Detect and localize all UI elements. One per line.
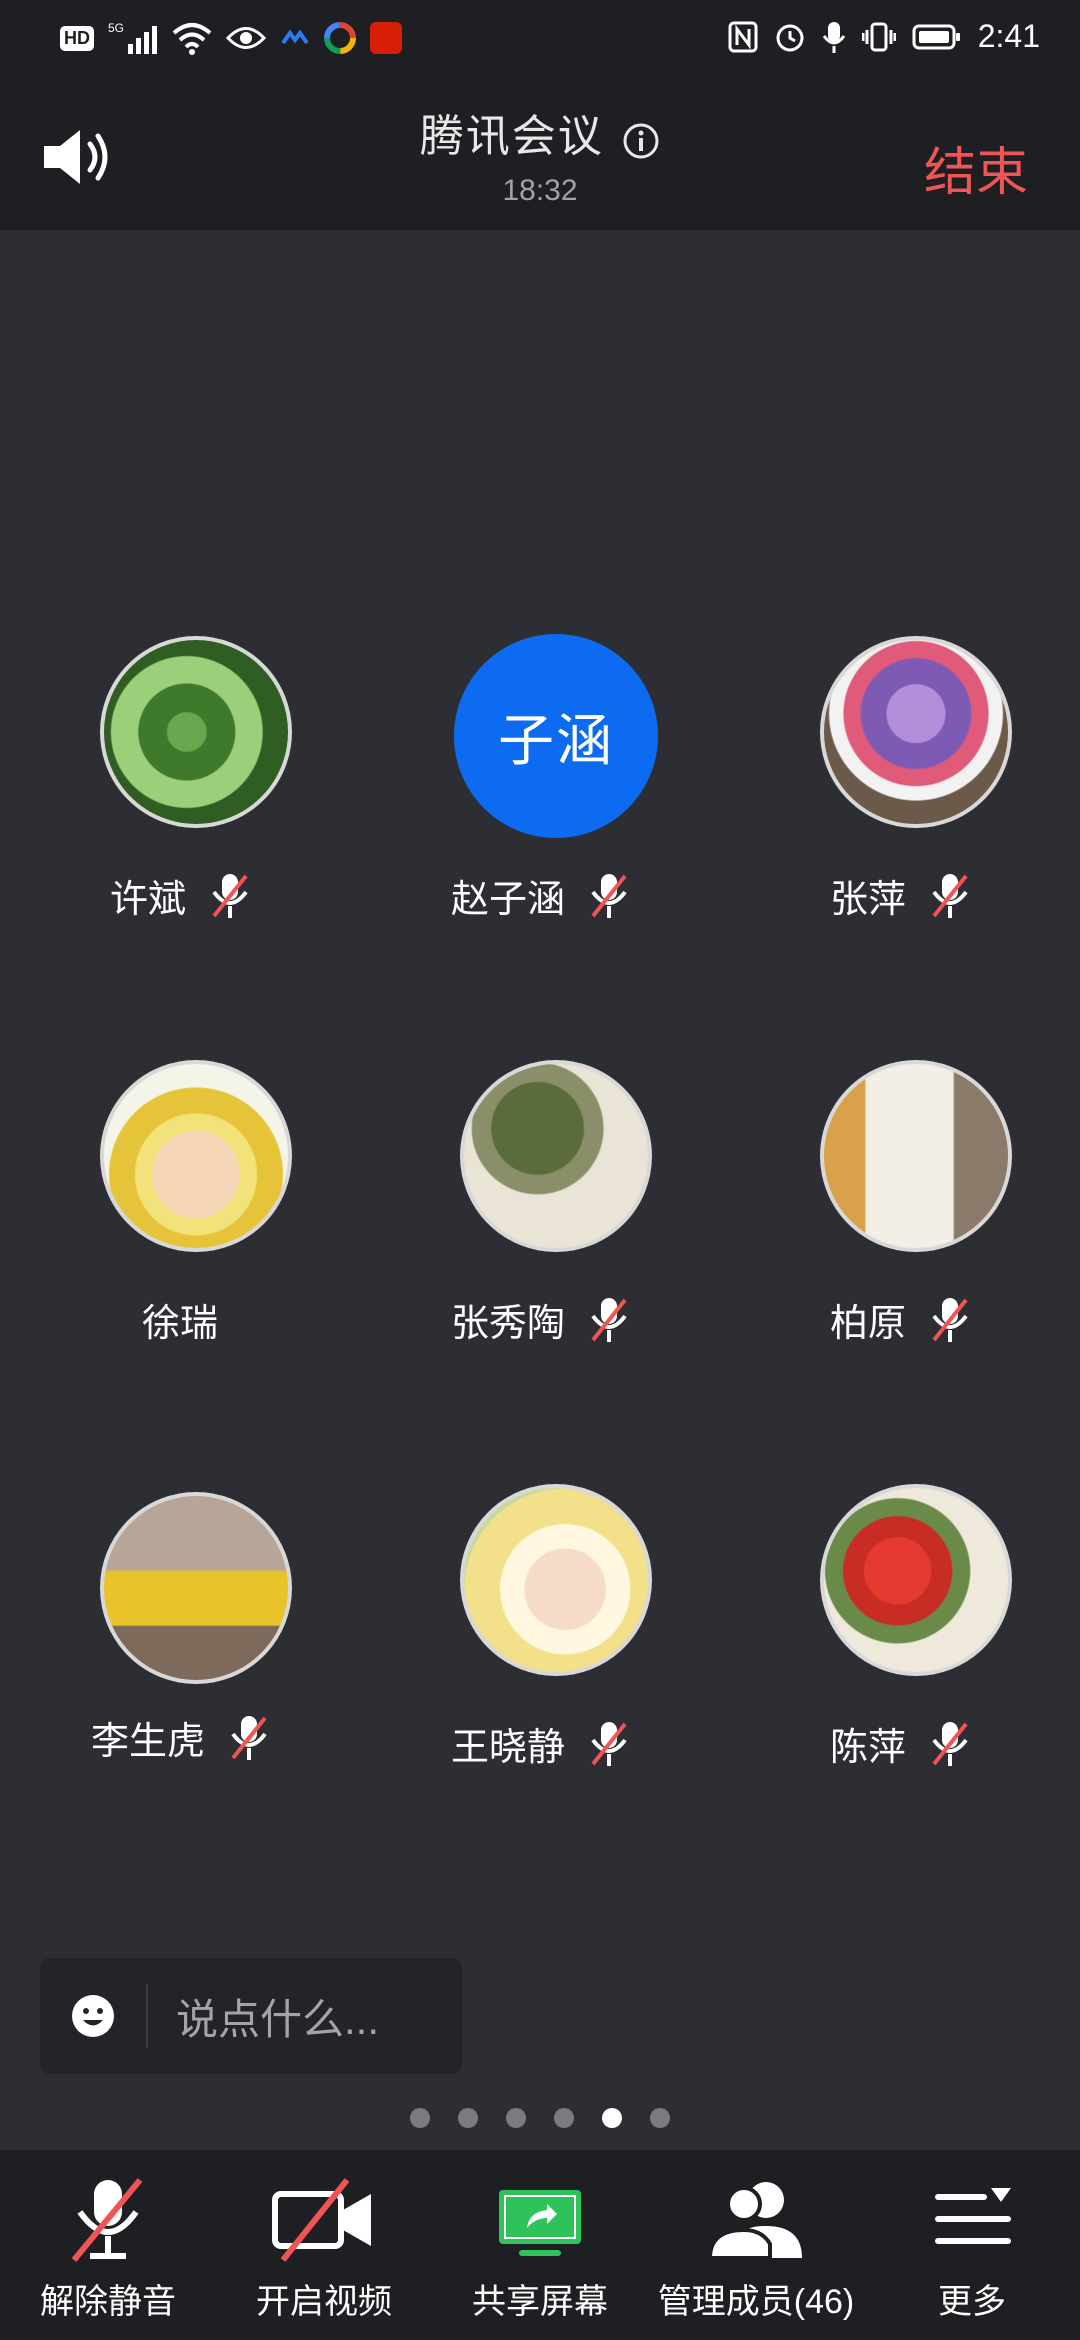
end-meeting-button[interactable]: 结束 (924, 130, 1028, 205)
mic-muted-icon (212, 873, 248, 918)
participant-tile[interactable]: 王晓静 (360, 1468, 720, 1798)
avatar (820, 1484, 1012, 1676)
avatar-initials: 子涵 (454, 634, 658, 838)
avatar (100, 1060, 292, 1252)
more-button[interactable]: 更多 (864, 2150, 1080, 2340)
participant-tile[interactable]: 柏原 (720, 1044, 1080, 1374)
alarm-icon (776, 24, 804, 51)
participant-tile[interactable]: 许斌 (0, 620, 360, 950)
app-icon-blue (281, 29, 309, 45)
participant-name: 陈萍 (829, 1727, 906, 1769)
participant-name: 王晓静 (450, 1727, 565, 1769)
mic-muted-icon (932, 873, 968, 918)
page-indicator (0, 2108, 1080, 2128)
more-label: 更多 (938, 2283, 1006, 2321)
participant-tile[interactable]: 李生虎 (0, 1476, 360, 1806)
unmute-label: 解除静音 (40, 2283, 176, 2321)
page-dot-active[interactable] (602, 2108, 622, 2128)
nfc-icon (728, 21, 758, 52)
participant-name: 赵子涵 (450, 879, 565, 921)
participant-tile[interactable]: 子涵 赵子涵 (360, 620, 720, 950)
share-screen-label: 共享屏幕 (472, 2283, 608, 2321)
mic-muted-icon (932, 1297, 968, 1342)
app-icon-red (370, 22, 402, 54)
participant-tile[interactable]: 张秀陶 (360, 1044, 720, 1374)
page-dot[interactable] (554, 2108, 574, 2128)
manage-members-button[interactable]: 管理成员(46) (648, 2150, 864, 2340)
meeting-title: 腾讯会议 (419, 112, 604, 161)
participant-name: 张萍 (829, 879, 906, 921)
page-dot[interactable] (410, 2108, 430, 2128)
participant-name: 徐瑞 (141, 1303, 218, 1345)
divider (146, 1984, 148, 2048)
app-icon-colorful (324, 22, 356, 54)
chat-input[interactable]: 说点什么... (176, 1986, 379, 2047)
meeting-header: 腾讯会议 18:32 结束 (0, 80, 1080, 230)
unmute-button[interactable]: 解除静音 (0, 2150, 216, 2340)
clock: 2:41 (977, 18, 1040, 54)
mic-status-icon (822, 21, 845, 53)
more-menu-icon (935, 2188, 1011, 2244)
wifi-icon (172, 23, 212, 55)
share-screen-button[interactable]: 共享屏幕 (432, 2150, 648, 2340)
hd-badge: HD (60, 25, 94, 51)
mic-muted-icon (71, 2178, 143, 2262)
participant-tile[interactable]: 张萍 (720, 620, 1080, 950)
info-icon[interactable] (622, 122, 660, 160)
chat-input-bar[interactable]: 说点什么... (40, 1958, 462, 2074)
participant-name: 张秀陶 (450, 1303, 565, 1345)
vibrate-icon (861, 22, 896, 51)
avatar (100, 1492, 292, 1684)
page-dot[interactable] (650, 2108, 670, 2128)
avatar (460, 1060, 652, 1252)
status-bar: HD 5G 2:41 (0, 0, 1080, 80)
participant-name: 柏原 (829, 1303, 906, 1345)
avatar (100, 636, 292, 828)
mic-muted-icon (591, 1721, 627, 1766)
emoji-icon[interactable] (70, 1993, 116, 2039)
start-video-label: 开启视频 (256, 2283, 392, 2321)
members-icon (707, 2182, 802, 2260)
participant-name: 李生虎 (90, 1721, 205, 1763)
start-video-button[interactable]: 开启视频 (216, 2150, 432, 2340)
mic-muted-icon (591, 1297, 627, 1342)
eye-icon (226, 27, 266, 49)
video-off-icon (272, 2178, 371, 2262)
participant-name: 许斌 (109, 879, 186, 921)
mic-muted-icon (231, 1715, 267, 1760)
signal-icon: 5G (108, 21, 157, 54)
avatar (460, 1484, 652, 1676)
share-screen-icon (499, 2190, 581, 2256)
manage-members-label: 管理成员(46) (657, 2283, 855, 2321)
bottom-toolbar: 解除静音 开启视频 共享屏幕 管理成员(46) 更多 (0, 2150, 1080, 2340)
mic-muted-icon (591, 873, 627, 918)
avatar (820, 636, 1012, 828)
meeting-duration: 18:32 (502, 173, 578, 207)
participant-tile[interactable]: 陈萍 (720, 1468, 1080, 1798)
svg-text:5G: 5G (108, 21, 124, 35)
page-dot[interactable] (506, 2108, 526, 2128)
mic-muted-icon (932, 1721, 968, 1766)
page-dot[interactable] (458, 2108, 478, 2128)
avatar (820, 1060, 1012, 1252)
battery-icon (912, 24, 960, 49)
participant-tile[interactable]: 徐瑞 (0, 1044, 360, 1374)
